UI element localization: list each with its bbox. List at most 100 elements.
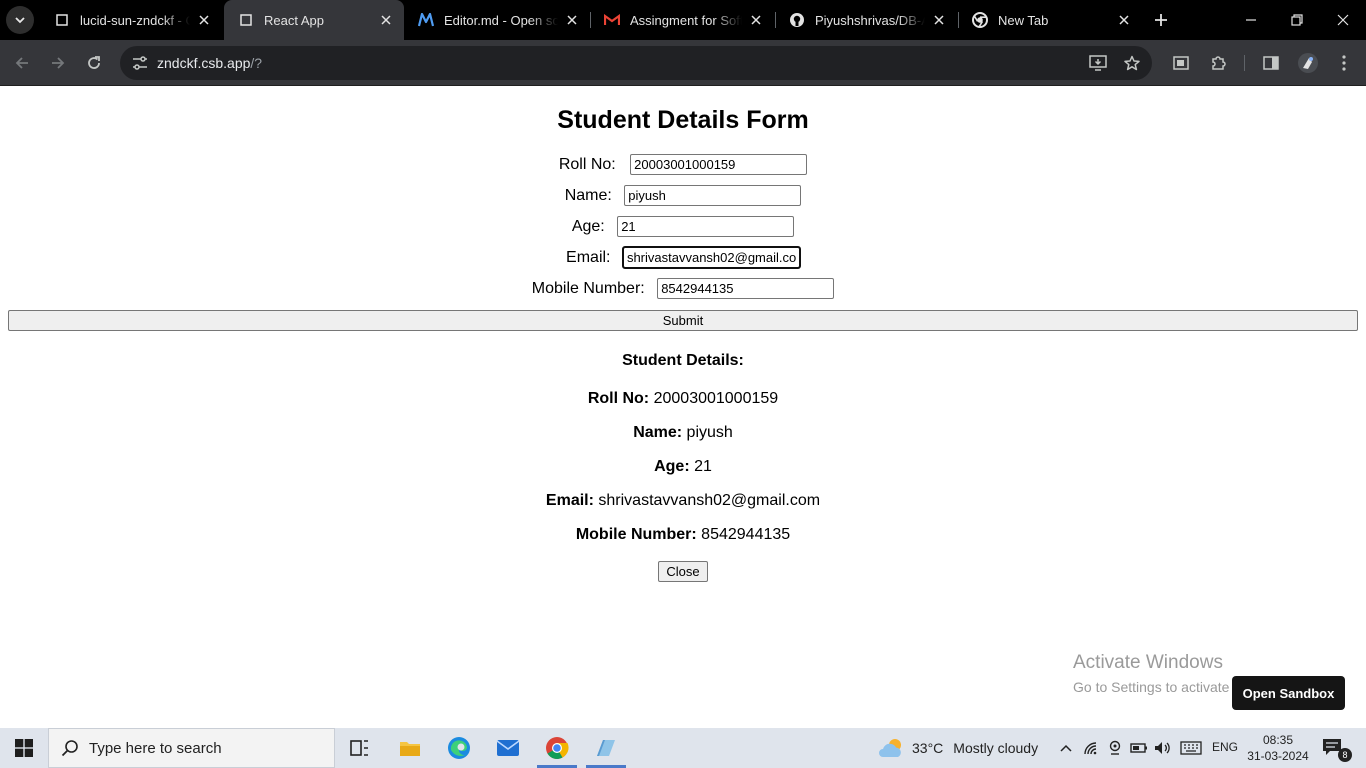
install-app-icon[interactable] [1087,52,1109,74]
age-input[interactable] [617,216,795,237]
file-explorer-button[interactable] [386,728,434,768]
close-tab-icon[interactable] [1116,12,1132,28]
url-host: zndckf.csb.app [157,55,251,71]
close-tab-icon[interactable] [748,12,764,28]
restore-icon [1291,14,1303,26]
tab-gmail[interactable]: Assingment for Softw [590,0,774,40]
location-icon [1109,740,1121,755]
bookmark-star-icon[interactable] [1121,52,1143,74]
picture-in-picture-icon [1173,56,1189,70]
email-input[interactable] [621,246,801,269]
close-tab-icon[interactable] [564,12,580,28]
detail-value: piyush [686,424,733,441]
cloud-sun-icon [879,739,901,757]
back-button[interactable] [8,49,36,77]
task-view-button[interactable] [336,728,384,768]
mail-button[interactable] [484,728,532,768]
url-text: zndckf.csb.app/? [157,55,262,71]
mobile-number-input[interactable] [657,278,835,299]
detail-age: Age: 21 [0,458,1366,476]
new-tab-button[interactable] [1150,9,1172,31]
search-placeholder: Type here to search [89,739,222,757]
weather-temperature: 33°C [912,740,944,756]
tab-lucid-sun[interactable]: lucid-sun-zndckf - Co [40,0,222,40]
side-panel-button[interactable] [1257,49,1285,77]
detail-value: 21 [694,458,712,475]
editor-md-icon [418,12,434,28]
detail-value: shrivastavvansh02@gmail.com [598,492,821,509]
location-status-button[interactable] [1105,738,1125,758]
roll-no-label: Roll No: [558,155,616,173]
close-tab-icon[interactable] [196,12,212,28]
speaker-icon [1155,742,1170,754]
tab-react-app[interactable]: React App [224,0,404,40]
close-icon [1337,14,1349,26]
tab-search-button[interactable] [6,6,34,34]
detail-label: Name: [633,424,683,441]
volume-button[interactable] [1153,738,1173,758]
chrome-taskbar-button[interactable] [533,728,581,768]
weather-widget[interactable]: 33°C Mostly cloudy [878,728,1038,768]
close-window-button[interactable] [1320,0,1366,40]
taskbar-search-box[interactable]: Type here to search [48,728,335,768]
back-arrow-icon [15,57,28,69]
forward-button[interactable] [44,49,72,77]
chevron-down-icon [15,17,25,24]
submit-button[interactable]: Submit [8,310,1358,331]
mobile-number-row: Mobile Number: [0,278,1366,300]
notification-center-button[interactable]: 8 [1322,738,1352,762]
notification-badge: 8 [1338,748,1352,762]
task-view-icon [350,740,368,756]
tab-github[interactable]: Piyushshrivas/DB-Ass [775,0,957,40]
tab-title: React App [264,12,324,28]
kebab-menu-icon [1342,55,1346,71]
wifi-status-button[interactable] [1081,738,1101,758]
profile-button[interactable] [1294,49,1322,77]
extensions-button[interactable] [1204,49,1232,77]
codesandbox-icon [54,12,70,28]
edge-button[interactable] [435,728,483,768]
tab-editor-md[interactable]: Editor.md - Open sou [404,0,590,40]
chrome-icon [546,737,569,759]
detail-name: Name: piyush [0,424,1366,442]
age-label: Age: [571,217,605,235]
clock-time: 08:35 [1262,733,1294,747]
roll-no-input[interactable] [630,154,808,175]
battery-status-button[interactable] [1129,738,1149,758]
close-tab-icon[interactable] [378,12,394,28]
show-hidden-icons-button[interactable] [1056,738,1076,758]
chrome-menu-button[interactable] [1330,49,1358,77]
start-button[interactable] [0,728,48,768]
weather-condition: Mostly cloudy [953,740,1039,756]
side-panel-icon [1263,56,1279,70]
search-icon [59,737,81,759]
page-content: Student Details Form Roll No: Name: Age:… [0,87,1366,728]
folder-icon [400,742,420,756]
open-sandbox-button[interactable]: Open Sandbox [1232,676,1345,710]
tab-new-tab[interactable]: New Tab [958,0,1142,40]
app-taskbar-button[interactable] [582,728,630,768]
name-input[interactable] [624,185,802,206]
windows-taskbar: Type here to search 33°C Mostly cloudy E… [0,728,1366,768]
media-control-button[interactable] [1167,49,1195,77]
wifi-icon [1084,742,1097,755]
clock[interactable]: 08:35 31-03-2024 [1244,732,1312,764]
tab-strip: lucid-sun-zndckf - Co React App Editor.m… [0,0,1366,40]
roll-no-row: Roll No: [0,154,1366,176]
restore-button[interactable] [1274,0,1320,40]
address-bar[interactable]: zndckf.csb.app/? [120,46,1152,80]
clock-date: 31-03-2024 [1247,749,1309,763]
avatar [1298,53,1318,73]
student-details-heading: Student Details: [622,352,744,369]
close-button[interactable]: Close [658,561,708,582]
input-language-indicator[interactable]: ENG [1212,740,1238,754]
forward-arrow-icon [52,57,65,69]
site-info-icon[interactable] [128,51,152,75]
minimize-button[interactable] [1228,0,1274,40]
touch-keyboard-button[interactable] [1180,738,1202,758]
detail-value: 20003001000159 [653,390,779,407]
reload-button[interactable] [80,49,108,77]
reload-icon [88,56,100,69]
close-tab-icon[interactable] [931,12,947,28]
mail-icon [496,740,520,756]
